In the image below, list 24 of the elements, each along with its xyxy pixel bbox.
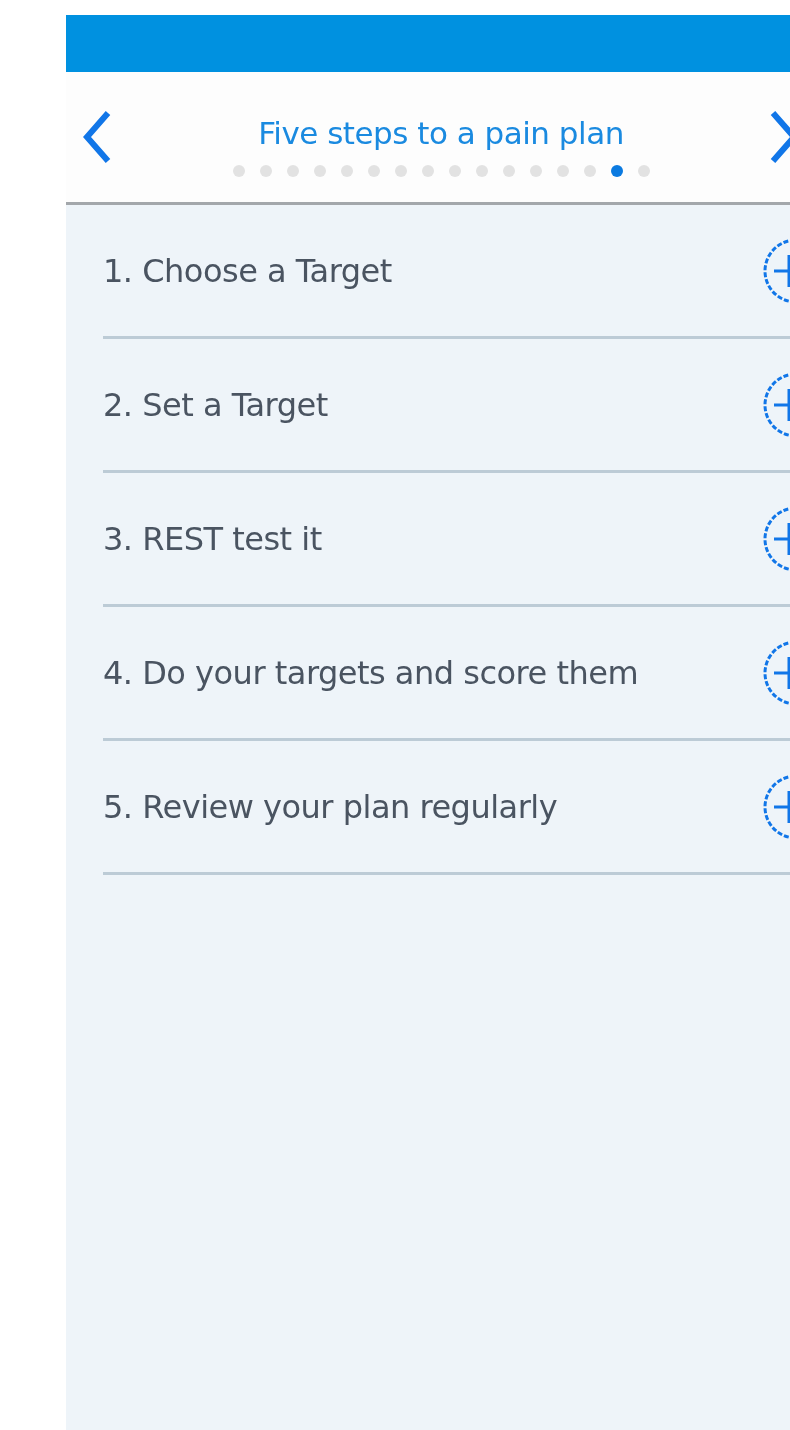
- page-dot[interactable]: [421, 165, 434, 177]
- page-dot[interactable]: [583, 165, 596, 177]
- page-title: Five steps to a pain plan: [258, 115, 624, 151]
- step-item[interactable]: 1. Choose a Target: [103, 251, 392, 290]
- step-item[interactable]: 4. Do your targets and score them: [103, 653, 639, 692]
- page-dot[interactable]: [475, 165, 488, 177]
- page-dot[interactable]: [394, 165, 407, 177]
- page-dot[interactable]: [232, 165, 245, 177]
- forward-chevron-icon[interactable]: [770, 110, 790, 164]
- step-item[interactable]: 3. REST test it: [103, 519, 322, 558]
- page-dot[interactable]: [259, 165, 272, 177]
- page-dot[interactable]: [448, 165, 461, 177]
- page-dot[interactable]: [286, 165, 299, 177]
- page-dot[interactable]: [637, 165, 650, 177]
- back-chevron-icon[interactable]: [82, 110, 112, 164]
- page-dot[interactable]: [556, 165, 569, 177]
- page-dot[interactable]: [367, 165, 380, 177]
- page-dot[interactable]: [313, 165, 326, 177]
- step-item[interactable]: 2. Set a Target: [103, 385, 328, 424]
- page-dot[interactable]: [610, 165, 623, 177]
- step-item[interactable]: 5. Review your plan regularly: [103, 787, 558, 826]
- page-dot[interactable]: [340, 165, 353, 177]
- page-dot[interactable]: [502, 165, 515, 177]
- page-dot[interactable]: [529, 165, 542, 177]
